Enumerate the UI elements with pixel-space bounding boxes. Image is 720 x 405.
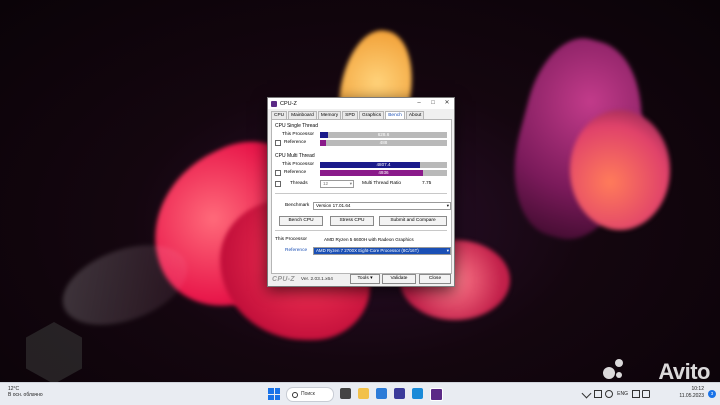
reference-name: AMD Ryzen 7 2700X Eight-Core Processor (… xyxy=(316,248,419,253)
multi-ref-value: 4936 xyxy=(378,170,389,175)
reference-label: Reference xyxy=(285,248,308,253)
battery-icon[interactable] xyxy=(594,390,602,398)
benchmark-label: Benchmark xyxy=(285,203,310,208)
chevron-down-icon: ▾ xyxy=(446,203,449,208)
divider xyxy=(275,230,447,231)
bottom-bar: CPU-Z Ver. 2.03.1.x64 Tools ▾ Validate C… xyxy=(268,273,454,286)
threads-value: 12 xyxy=(323,181,329,186)
submit-compare-button[interactable]: Submit and Compare xyxy=(379,216,447,226)
language-indicator[interactable]: ENG xyxy=(617,391,628,397)
single-this-label: This Processor xyxy=(282,132,314,137)
file-explorer-icon[interactable] xyxy=(358,388,369,399)
weather-desc: В осн. облачно xyxy=(8,392,43,398)
multi-ref-label: Reference xyxy=(284,170,307,175)
search-box[interactable]: Поиск xyxy=(286,387,334,402)
bench-cpu-button[interactable]: Bench CPU xyxy=(279,216,323,226)
single-ref-bar: 488 xyxy=(320,140,447,146)
ratio-label: Multi Thread Ratio xyxy=(362,181,402,186)
mail-icon[interactable] xyxy=(412,388,423,399)
divider xyxy=(275,193,447,194)
single-ref-label: Reference xyxy=(284,140,307,145)
tools-label: Tools xyxy=(357,276,369,281)
tab-graphics[interactable]: Graphics xyxy=(359,111,385,119)
ratio-value: 7.75 xyxy=(422,181,432,186)
task-view-icon[interactable] xyxy=(340,388,351,399)
benchmark-version-value: Version 17.01.64 xyxy=(316,203,351,208)
single-this-value: 628.6 xyxy=(377,132,390,137)
multi-thread-heading: CPU Multi Thread xyxy=(275,153,315,159)
this-processor-name: AMD Ryzen 5 6600H with Radeon Graphics xyxy=(324,237,414,242)
tab-spd[interactable]: SPD xyxy=(342,111,359,119)
single-reference-checkbox[interactable] xyxy=(275,139,281,146)
single-thread-heading: CPU Single Thread xyxy=(275,123,318,129)
threads-checkbox[interactable] xyxy=(275,180,281,187)
avito-logo-icon xyxy=(603,359,625,381)
store-icon[interactable] xyxy=(394,388,405,399)
tab-mainboard[interactable]: Mainboard xyxy=(288,111,317,119)
wifi-icon[interactable] xyxy=(605,390,613,398)
tab-about[interactable]: About xyxy=(405,111,425,119)
edge-icon[interactable] xyxy=(376,388,387,399)
threads-label: Threads xyxy=(290,181,308,186)
cpuz-logo: CPU-Z xyxy=(272,276,295,283)
tools-button[interactable]: Tools ▾ xyxy=(350,274,380,284)
this-processor-label: This Processor xyxy=(275,237,307,242)
clock-date: 11.05.2023 xyxy=(679,393,704,399)
maximize-icon[interactable]: □ xyxy=(426,98,440,109)
minimize-icon[interactable]: – xyxy=(412,98,426,109)
close-icon[interactable]: ✕ xyxy=(440,98,454,109)
windows-start-icon[interactable] xyxy=(268,388,280,400)
tab-bar: CPU Mainboard Memory SPD Graphics Bench … xyxy=(271,111,454,119)
multi-reference-checkbox[interactable] xyxy=(275,169,281,176)
tab-cpu[interactable]: CPU xyxy=(271,111,288,119)
validate-button[interactable]: Validate xyxy=(382,274,416,284)
single-this-bar: 628.6 xyxy=(320,132,447,138)
volume-icon[interactable] xyxy=(642,390,650,398)
benchmark-version-select[interactable]: Version 17.01.64 ▾ xyxy=(313,202,451,210)
cpuz-taskbar-icon[interactable] xyxy=(430,388,443,401)
tab-bench[interactable]: Bench xyxy=(385,111,405,119)
search-label: Поиск xyxy=(301,391,315,397)
multi-this-bar: 4807.4 xyxy=(320,162,447,168)
cpuz-window: CPU-Z – □ ✕ CPU Mainboard Memory SPD Gra… xyxy=(267,97,455,287)
weather-widget[interactable]: 12°C В осн. облачно xyxy=(8,386,43,398)
chevron-down-icon: ▾ xyxy=(370,276,373,281)
threads-select[interactable]: 12 ▾ xyxy=(320,180,354,188)
reference-select[interactable]: AMD Ryzen 7 2700X Eight-Core Processor (… xyxy=(313,247,451,255)
bench-panel: CPU Single Thread This Processor 628.6 R… xyxy=(271,119,452,274)
window-title: CPU-Z xyxy=(280,100,297,107)
title-bar[interactable]: CPU-Z – □ ✕ xyxy=(268,98,454,109)
notification-badge[interactable]: 3 xyxy=(708,390,716,398)
version-label: Ver. 2.03.1.x64 xyxy=(300,277,333,282)
taskbar: 12°C В осн. облачно Поиск ENG 10:12 11.0… xyxy=(0,382,720,405)
close-button[interactable]: Close xyxy=(419,274,451,284)
chevron-down-icon: ▾ xyxy=(446,248,449,253)
chevron-up-icon[interactable] xyxy=(581,388,592,399)
stress-cpu-button[interactable]: Stress CPU xyxy=(330,216,374,226)
network-icon[interactable] xyxy=(632,390,640,398)
search-icon xyxy=(292,392,298,398)
chevron-down-icon: ▾ xyxy=(349,181,352,186)
clock[interactable]: 10:12 11.05.2023 xyxy=(679,386,704,400)
hexagon-logo-icon xyxy=(26,322,82,384)
tab-memory[interactable]: Memory xyxy=(317,111,342,119)
multi-this-label: This Processor xyxy=(282,162,314,167)
clock-time: 10:12 xyxy=(691,386,704,392)
cpuz-app-icon xyxy=(271,100,277,107)
single-ref-value: 488 xyxy=(379,140,388,145)
multi-ref-bar: 4936 xyxy=(320,170,447,176)
multi-this-value: 4807.4 xyxy=(376,162,391,167)
